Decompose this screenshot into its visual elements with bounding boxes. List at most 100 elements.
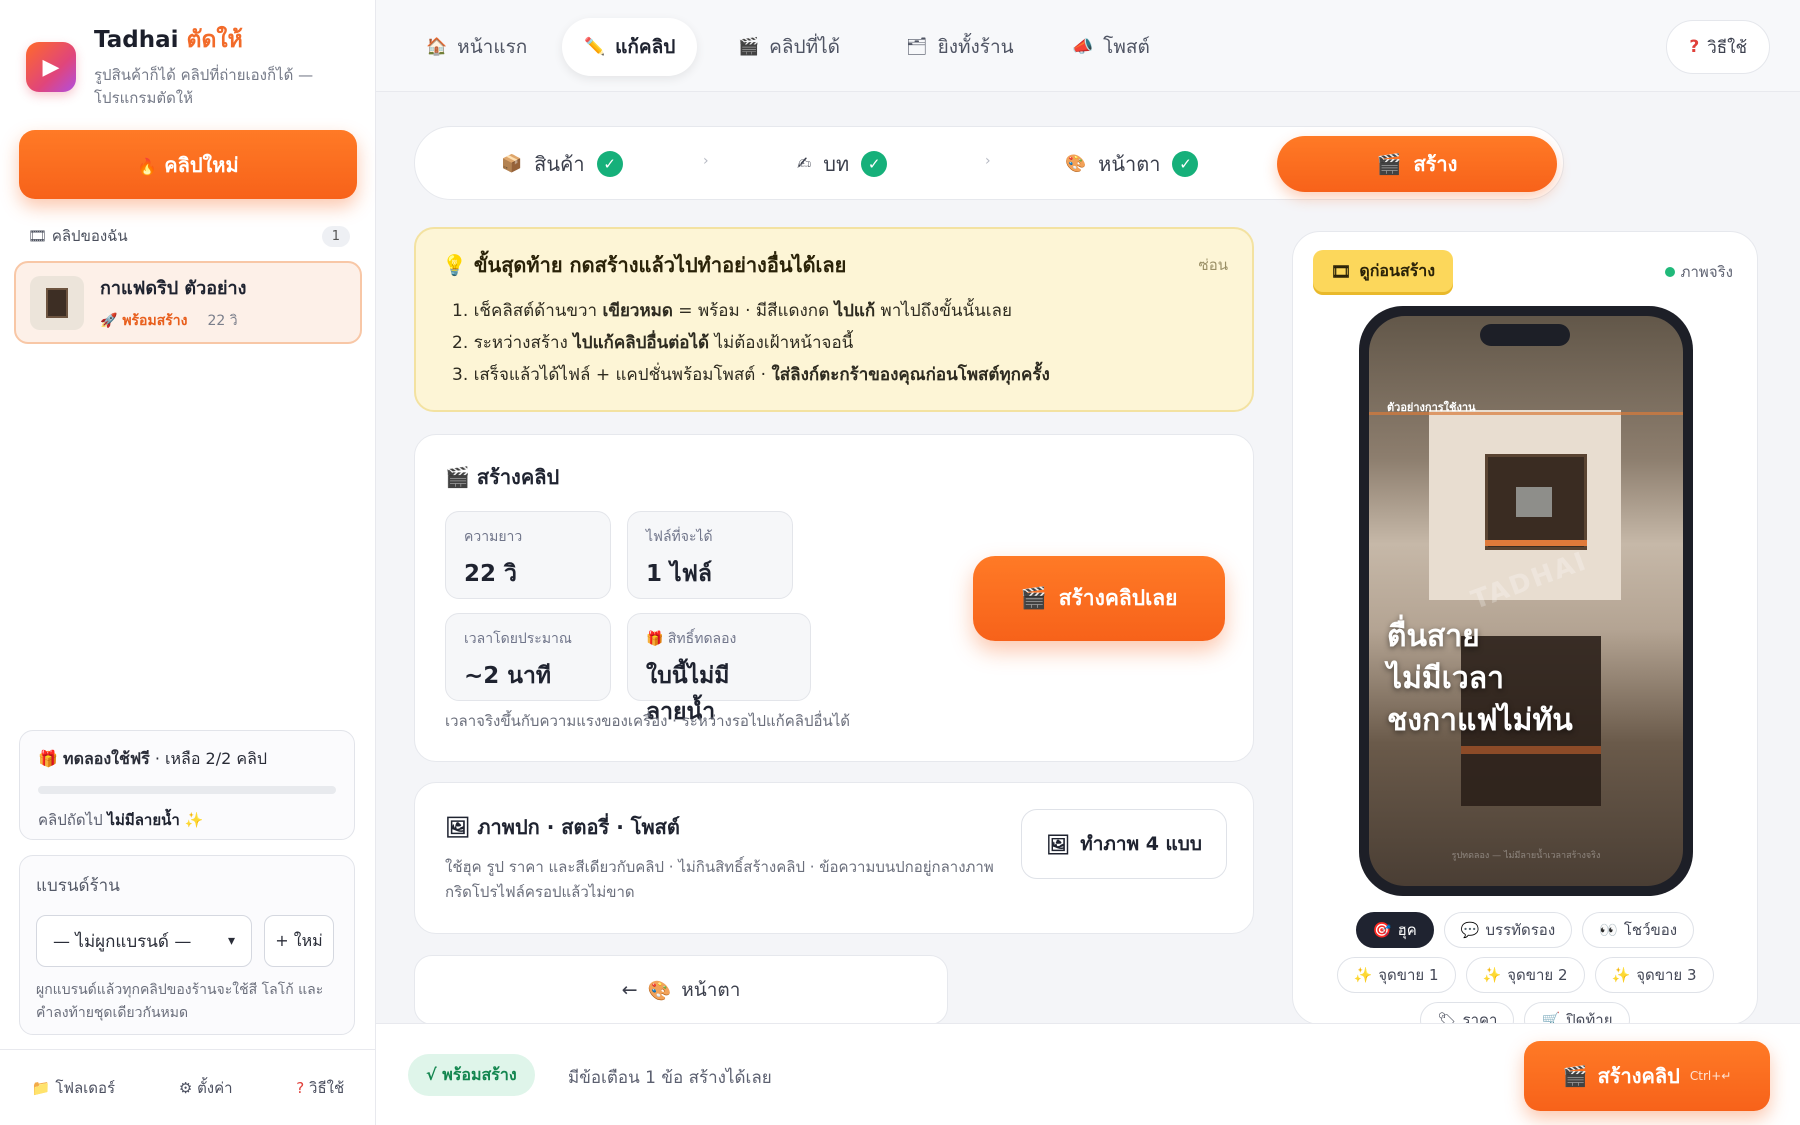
new-clip-button[interactable]: 🔥 คลิปใหม่ — [19, 130, 357, 199]
clapper-icon: 🎬 — [445, 465, 470, 489]
question-icon: ? — [1689, 37, 1700, 57]
home-icon: 🏠 — [426, 37, 448, 57]
preview-panel: 🎞 ดูก่อนสร้าง ภาพจริง ตัวอย่างการใช้งาน T… — [1292, 231, 1758, 1025]
sparkle-icon: ✨ — [184, 811, 204, 829]
writing-hand-icon: ✍ — [797, 154, 812, 174]
store-brand-title: แบรนด์ร้าน — [36, 876, 120, 896]
tab-edit-clip[interactable]: ✏️ แก้คลิป — [562, 18, 698, 76]
tab-home[interactable]: 🏠 หน้าแรก — [404, 18, 549, 76]
folder-icon: 🗂 — [906, 37, 928, 57]
app-logo: ▶ — [26, 42, 76, 92]
brand-block: ▶ Tadhai ตัดให้ รูปสินค้าก็ได้ คลิปที่ถ่… — [26, 22, 334, 110]
gear-icon: ⚙ — [178, 1078, 193, 1097]
app-tagline: รูปสินค้าก็ได้ คลิปที่ถ่ายเองก็ได้ — โปร… — [94, 66, 314, 107]
help-link[interactable]: ? วิธีใช้ — [296, 1076, 344, 1100]
hide-info-link[interactable]: ซ่อน — [1199, 253, 1228, 277]
settings-link[interactable]: ⚙ ตั้งค่า — [179, 1076, 233, 1100]
megaphone-icon: 📣 — [1072, 37, 1094, 57]
chip-price[interactable]: 🏷 ราคา — [1420, 1002, 1515, 1024]
chip-ending[interactable]: 🛒 ปิดท้าย — [1524, 1002, 1630, 1024]
build-clip-now-button[interactable]: 🎬 สร้างคลิปเลย — [973, 556, 1225, 641]
chip-selling-point-2[interactable]: ✨ จุดขาย 2 — [1465, 957, 1585, 993]
chip-selling-point-1[interactable]: ✨ จุดขาย 1 — [1336, 957, 1456, 993]
brand-note: ผูกแบรนด์แล้วทุกคลิปของร้านจะใช้สี โลโก้… — [36, 982, 324, 1021]
preview-frame-band — [1485, 540, 1587, 546]
clapper-icon: 🎬 — [1376, 152, 1402, 176]
sidebar-footer: 📁 โฟลเดอร์ ⚙ ตั้งค่า ? วิธีใช้ — [0, 1049, 376, 1125]
cover-story-post-card: 🖼 ภาพปก · สตอรี่ · โพสต์ ใช้ฮุค รูป ราคา… — [414, 782, 1254, 934]
warning-message: มีข้อเตือน 1 ข้อ สร้างได้เลย — [568, 1068, 772, 1088]
pencil-icon: ✏️ — [584, 37, 606, 57]
chip-hook[interactable]: 🎯 ฮุค — [1355, 912, 1434, 948]
chip-selling-point-3[interactable]: ✨ จุดขาย 3 — [1594, 957, 1714, 993]
store-brand-box: แบรนด์ร้าน — ไม่ผูกแบรนด์ — ▾ + ใหม่ ผูก… — [19, 855, 355, 1035]
tab-post[interactable]: 📣 โพสต์ — [1050, 18, 1172, 76]
rocket-icon: 🚀 — [100, 313, 118, 329]
real-image-indicator: ภาพจริง — [1664, 260, 1733, 284]
sparkle-icon: ✨ — [1482, 966, 1502, 984]
clip-name: กาแฟดริป ตัวอย่าง — [100, 278, 247, 299]
step-product[interactable]: 📦 สินค้า ✓ — [501, 127, 623, 201]
preview-screen-label: ตัวอย่างการใช้งาน — [1387, 401, 1476, 414]
sparkle-icon: ✨ — [1611, 966, 1631, 984]
folder-link[interactable]: 📁 โฟลเดอร์ — [32, 1076, 115, 1100]
make-4-images-button[interactable]: 🖼 ทำภาพ 4 แบบ — [1021, 809, 1227, 879]
clip-count-badge: 1 — [321, 225, 350, 247]
cover-description: ใช้ฮุค รูป ราคา และสีเดียวกับคลิป · ไม่ก… — [445, 858, 994, 901]
eyes-icon: 👀 — [1599, 921, 1618, 939]
info-item: 3. เสร็จแล้วได้ไฟล์ + แคปชั่นพร้อมโพสต์ … — [452, 365, 1050, 385]
app-name: Tadhai ตัดให้ — [94, 27, 243, 53]
sparkle-icon: ✨ — [1353, 966, 1373, 984]
step-look[interactable]: 🎨 หน้าตา ✓ — [1065, 127, 1199, 201]
brand-select[interactable]: — ไม่ผูกแบรนด์ — ▾ — [36, 915, 252, 967]
step-build[interactable]: 🎬 สร้าง — [1277, 136, 1557, 192]
fire-icon: 🔥 — [137, 156, 158, 176]
clip-thumbnail — [30, 275, 84, 330]
chip-showcase[interactable]: 👀 โชว์ของ — [1582, 912, 1695, 948]
top-nav: 🏠 หน้าแรก ✏️ แก้คลิป 🎬 คลิปที่ได้ 🗂 ยิงทั้งร… — [376, 0, 1800, 92]
stat-eta: เวลาโดยประมาณ ~2 นาที — [445, 613, 611, 701]
bottom-action-bar: √ พร้อมสร้าง มีข้อเตือน 1 ข้อ สร้างได้เล… — [376, 1023, 1800, 1125]
tab-batch-store[interactable]: 🗂 ยิงทั้งร้าน — [884, 18, 1036, 76]
folder-icon: 📁 — [31, 1078, 51, 1097]
preview-product-frame — [1485, 454, 1587, 550]
build-title: 🎬 สร้างคลิป — [445, 465, 560, 489]
clapper-icon: 🎬 — [738, 37, 760, 57]
my-clips-title: คลิปของฉัน — [51, 227, 128, 245]
preview-chip-row: 🏷 ราคา 🛒 ปิดท้าย — [1293, 1002, 1757, 1024]
new-clip-label: คลิปใหม่ — [164, 152, 239, 177]
lightbulb-icon: 💡 — [442, 253, 467, 277]
info-list: 1. เช็คลิสต์ด้านขวา เขียวหมด = พร้อม · ม… — [442, 295, 1226, 391]
trial-progress — [38, 786, 336, 794]
gift-icon: 🎁 — [38, 749, 58, 768]
picture-icon: 🖼 — [1046, 833, 1071, 856]
step-separator: › — [985, 153, 991, 169]
check-icon: ✓ — [1172, 151, 1199, 177]
gift-icon: 🎁 — [646, 631, 664, 647]
info-item: 1. เช็คลิสต์ด้านขวา เขียวหมด = พร้อม · ม… — [452, 301, 1012, 321]
trial-title: 🎁 ทดลองใช้ฟรี · เหลือ 2/2 คลิป — [38, 749, 268, 768]
palette-icon: 🎨 — [1065, 154, 1087, 174]
build-clip-card: 🎬 สร้างคลิป ความยาว 22 วิ ไฟล์ที่จะได้ 1… — [414, 434, 1254, 762]
check-icon: ✓ — [596, 151, 623, 177]
build-clip-button[interactable]: 🎬 สร้างคลิป Ctrl+↵ — [1524, 1041, 1770, 1111]
tab-output-clips[interactable]: 🎬 คลิปที่ได้ — [716, 18, 862, 76]
trial-box: 🎁 ทดลองใช้ฟรี · เหลือ 2/2 คลิป คลิปถัดไป… — [19, 730, 355, 840]
back-to-look-button[interactable]: ← 🎨 หน้าตา — [414, 955, 948, 1025]
box-icon: 📦 — [501, 154, 523, 174]
film-icon: 🎞 — [28, 227, 48, 245]
clapper-icon: 🎬 — [1562, 1064, 1588, 1088]
preview-hook-text: ตื่นสาย ไม่มีเวลา ชงกาแฟไม่ทัน — [1387, 619, 1573, 738]
step-script[interactable]: ✍ บท ✓ — [797, 127, 888, 201]
clip-list-item[interactable]: กาแฟดริป ตัวอย่าง 🚀 พร้อมสร้าง 22 วิ — [14, 261, 362, 344]
trial-footnote: คลิปถัดไป ไม่มีลายน้ำ ✨ — [38, 811, 204, 829]
preview-tag: 🎞 ดูก่อนสร้าง — [1313, 250, 1454, 292]
palette-icon: 🎨 — [647, 979, 672, 1002]
chip-secondary-line[interactable]: 💬 บรรทัดรอง — [1443, 912, 1573, 948]
info-title: 💡 ขั้นสุดท้าย กดสร้างแล้วไปทำอย่างอื่นได… — [442, 253, 847, 277]
new-brand-button[interactable]: + ใหม่ — [264, 915, 334, 967]
keyboard-shortcut: Ctrl+↵ — [1689, 1069, 1732, 1083]
stat-files: ไฟล์ที่จะได้ 1 ไฟล์ — [627, 511, 793, 599]
help-button[interactable]: ? วิธีใช้ — [1666, 20, 1770, 74]
cover-title: 🖼 ภาพปก · สตอรี่ · โพสต์ — [445, 815, 680, 839]
